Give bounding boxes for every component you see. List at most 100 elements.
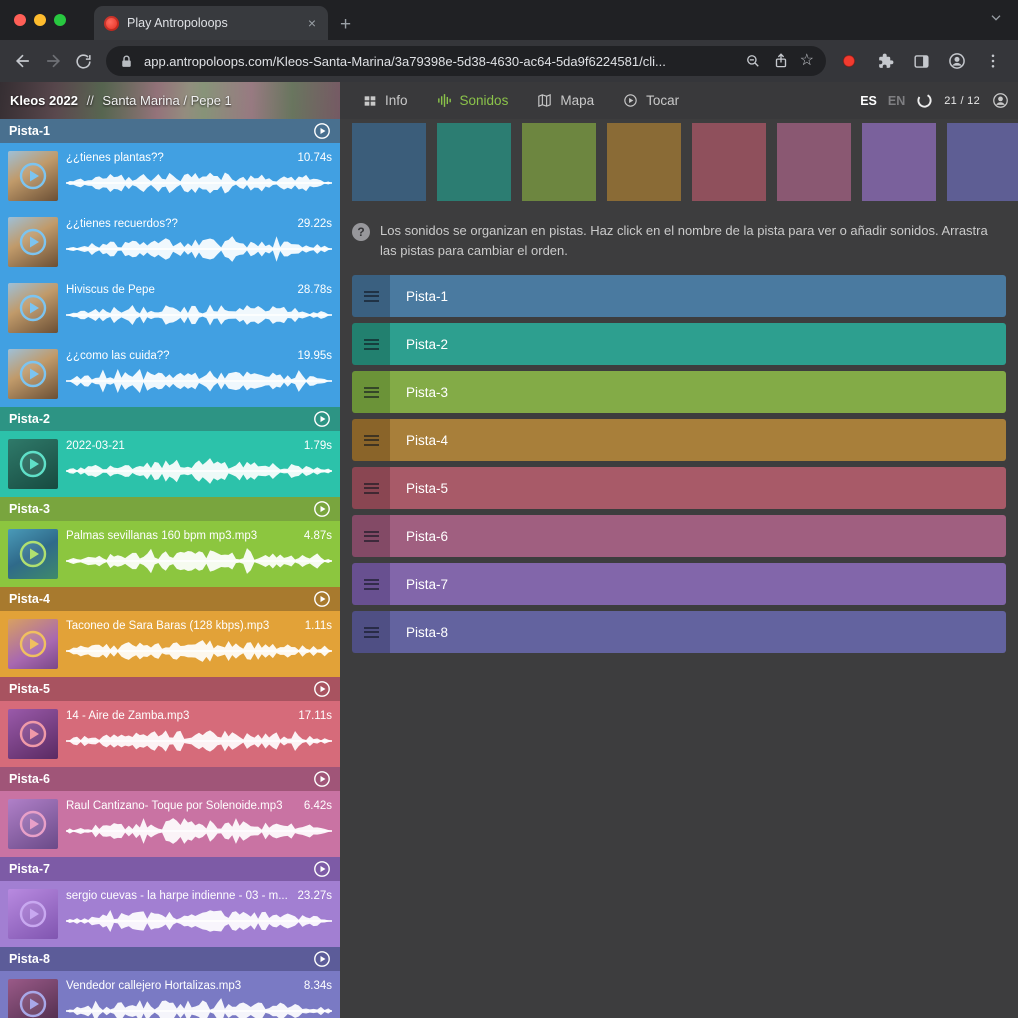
nav-item-tocar[interactable]: Tocar bbox=[622, 92, 679, 109]
reload-button[interactable] bbox=[68, 46, 98, 76]
sidebar-track-header[interactable]: Pista-4 bbox=[0, 587, 340, 611]
sidebar-track-header[interactable]: Pista-7 bbox=[0, 857, 340, 881]
track-swatch-4[interactable] bbox=[607, 123, 681, 201]
track-play-icon[interactable] bbox=[313, 410, 331, 428]
sound-item[interactable]: Raul Cantizano- Toque por Solenoide.mp3 … bbox=[0, 791, 340, 857]
waveform[interactable] bbox=[66, 169, 332, 197]
url-text[interactable]: app.antropoloops.com/Kleos-Santa-Marina/… bbox=[144, 54, 735, 69]
waveform[interactable] bbox=[66, 997, 332, 1018]
extensions-puzzle-icon[interactable] bbox=[870, 46, 900, 76]
profile-avatar-icon[interactable] bbox=[942, 46, 972, 76]
track-swatch-3[interactable] bbox=[522, 123, 596, 201]
sidebar-track-header[interactable]: Pista-6 bbox=[0, 767, 340, 791]
lang-toggle-es[interactable]: ES bbox=[860, 94, 877, 108]
address-bar[interactable]: app.antropoloops.com/Kleos-Santa-Marina/… bbox=[106, 46, 826, 76]
waveform[interactable] bbox=[66, 727, 332, 755]
zoom-icon[interactable] bbox=[744, 52, 762, 70]
nav-item-mapa[interactable]: Mapa bbox=[536, 92, 594, 109]
breadcrumb-path[interactable]: Santa Marina / Pepe 1 bbox=[102, 93, 231, 108]
browser-menu-icon[interactable] bbox=[978, 46, 1008, 76]
tab-close-button[interactable]: × bbox=[306, 14, 318, 32]
track-swatch-5[interactable] bbox=[692, 123, 766, 201]
nav-item-info[interactable]: Info bbox=[362, 93, 408, 109]
waveform[interactable] bbox=[66, 301, 332, 329]
waveform[interactable] bbox=[66, 547, 332, 575]
drag-handle[interactable] bbox=[352, 419, 390, 461]
waveform[interactable] bbox=[66, 817, 332, 845]
drag-handle[interactable] bbox=[352, 563, 390, 605]
waveform[interactable] bbox=[66, 235, 332, 263]
side-panel-icon[interactable] bbox=[906, 46, 936, 76]
track-swatch-1[interactable] bbox=[352, 123, 426, 201]
sound-item[interactable]: ¿¿tienes recuerdos?? 29.22s bbox=[0, 209, 340, 275]
track-row-bar[interactable]: Pista-6 bbox=[390, 515, 1006, 557]
sound-item[interactable]: 2022-03-21 1.79s bbox=[0, 431, 340, 497]
track-play-icon[interactable] bbox=[313, 860, 331, 878]
window-zoom-button[interactable] bbox=[54, 14, 66, 26]
track-row[interactable]: Pista-4 bbox=[352, 419, 1006, 461]
browser-tab[interactable]: Play Antropoloops × bbox=[94, 6, 328, 40]
drag-handle[interactable] bbox=[352, 371, 390, 413]
drag-handle[interactable] bbox=[352, 611, 390, 653]
track-row-bar[interactable]: Pista-2 bbox=[390, 323, 1006, 365]
track-row[interactable]: Pista-6 bbox=[352, 515, 1006, 557]
project-thumbnail[interactable]: Kleos 2022 // Santa Marina / Pepe 1 bbox=[0, 82, 340, 119]
bookmark-star-icon[interactable]: ☆ bbox=[800, 53, 814, 69]
sound-item[interactable]: 14 - Aire de Zamba.mp3 17.11s bbox=[0, 701, 340, 767]
sound-item[interactable]: Vendedor callejero Hortalizas.mp3 8.34s bbox=[0, 971, 340, 1018]
track-row[interactable]: Pista-2 bbox=[352, 323, 1006, 365]
sidebar-track-header[interactable]: Pista-5 bbox=[0, 677, 340, 701]
drag-handle[interactable] bbox=[352, 323, 390, 365]
drag-handle[interactable] bbox=[352, 467, 390, 509]
drag-handle[interactable] bbox=[352, 275, 390, 317]
sound-item[interactable]: Palmas sevillanas 160 bpm mp3.mp3 4.87s bbox=[0, 521, 340, 587]
sidebar-track-header[interactable]: Pista-1 bbox=[0, 119, 340, 143]
track-row-bar[interactable]: Pista-1 bbox=[390, 275, 1006, 317]
track-row[interactable]: Pista-3 bbox=[352, 371, 1006, 413]
waveform[interactable] bbox=[66, 907, 332, 935]
track-play-icon[interactable] bbox=[313, 680, 331, 698]
back-button[interactable] bbox=[8, 46, 38, 76]
sound-item[interactable]: ¿¿tienes plantas?? 10.74s bbox=[0, 143, 340, 209]
track-play-icon[interactable] bbox=[313, 770, 331, 788]
window-close-button[interactable] bbox=[14, 14, 26, 26]
track-row[interactable]: Pista-5 bbox=[352, 467, 1006, 509]
sound-item[interactable]: ¿¿como las cuida?? 19.95s bbox=[0, 341, 340, 407]
share-icon[interactable] bbox=[772, 52, 790, 70]
account-icon[interactable] bbox=[991, 91, 1010, 110]
track-row[interactable]: Pista-8 bbox=[352, 611, 1006, 653]
breadcrumb-project[interactable]: Kleos 2022 bbox=[10, 93, 78, 108]
track-play-icon[interactable] bbox=[313, 122, 331, 140]
track-swatch-2[interactable] bbox=[437, 123, 511, 201]
track-play-icon[interactable] bbox=[313, 500, 331, 518]
forward-button[interactable] bbox=[38, 46, 68, 76]
sound-item[interactable]: Taconeo de Sara Baras (128 kbps).mp3 1.1… bbox=[0, 611, 340, 677]
track-row[interactable]: Pista-7 bbox=[352, 563, 1006, 605]
track-swatch-7[interactable] bbox=[862, 123, 936, 201]
track-row-bar[interactable]: Pista-5 bbox=[390, 467, 1006, 509]
waveform[interactable] bbox=[66, 637, 332, 665]
track-row-bar[interactable]: Pista-7 bbox=[390, 563, 1006, 605]
sidebar-track-header[interactable]: Pista-2 bbox=[0, 407, 340, 431]
nav-item-sonidos[interactable]: Sonidos bbox=[436, 92, 509, 109]
track-swatch-6[interactable] bbox=[777, 123, 851, 201]
waveform[interactable] bbox=[66, 457, 332, 485]
sound-item[interactable]: sergio cuevas - la harpe indienne - 03 -… bbox=[0, 881, 340, 947]
sidebar-track-header[interactable]: Pista-8 bbox=[0, 947, 340, 971]
track-row[interactable]: Pista-1 bbox=[352, 275, 1006, 317]
track-play-icon[interactable] bbox=[313, 950, 331, 968]
drag-handle[interactable] bbox=[352, 515, 390, 557]
track-row-bar[interactable]: Pista-8 bbox=[390, 611, 1006, 653]
sound-item[interactable]: Hiviscus de Pepe 28.78s bbox=[0, 275, 340, 341]
tab-search-chevron-icon[interactable] bbox=[988, 9, 1004, 30]
lang-toggle-en[interactable]: EN bbox=[888, 94, 905, 108]
track-row-bar[interactable]: Pista-3 bbox=[390, 371, 1006, 413]
waveform[interactable] bbox=[66, 367, 332, 395]
track-swatch-8[interactable] bbox=[947, 123, 1018, 201]
recording-extension-icon[interactable] bbox=[834, 46, 864, 76]
sidebar-track-header[interactable]: Pista-3 bbox=[0, 497, 340, 521]
window-minimize-button[interactable] bbox=[34, 14, 46, 26]
track-row-bar[interactable]: Pista-4 bbox=[390, 419, 1006, 461]
track-play-icon[interactable] bbox=[313, 590, 331, 608]
new-tab-button[interactable]: + bbox=[340, 15, 351, 34]
